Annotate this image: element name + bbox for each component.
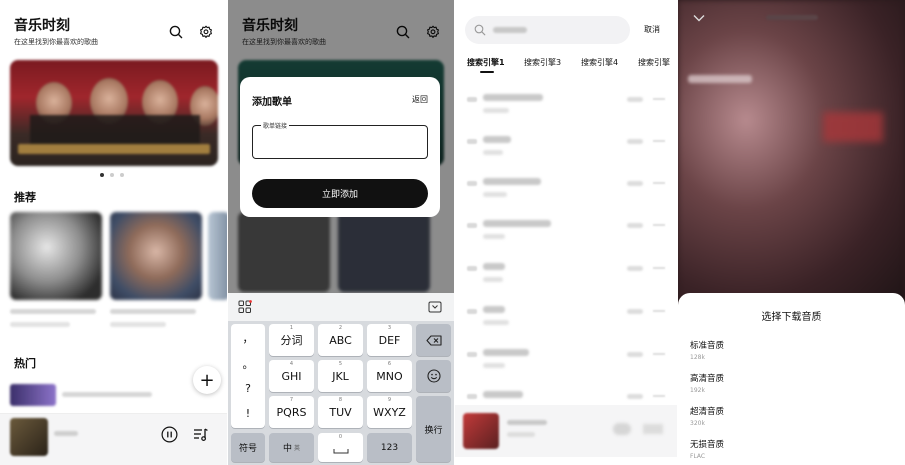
key-tuv[interactable]: 8 TUV [318, 396, 363, 428]
sheet-title: 选择下载音质 [761, 312, 822, 323]
result-row[interactable] [455, 135, 677, 175]
lyric-line [688, 75, 752, 83]
language-key[interactable]: 中英 [269, 433, 314, 462]
page-title: 音乐时刻 [14, 18, 70, 34]
recommend-card[interactable] [110, 212, 202, 300]
result-row[interactable] [455, 262, 677, 302]
backspace-key[interactable] [416, 324, 451, 356]
album-background [678, 0, 905, 300]
home-screen: 音乐时刻 在这里找到你最喜欢的歌曲 推荐 热门 + [0, 0, 227, 465]
recommend-card[interactable] [208, 212, 227, 300]
result-row[interactable] [455, 348, 677, 388]
quality-option-standard[interactable]: 标准音质 [690, 339, 724, 351]
cancel-button[interactable]: 取消 [644, 24, 660, 35]
quality-option-super[interactable]: 超清音质 [690, 405, 724, 417]
playlist-icon[interactable] [643, 424, 663, 434]
input-label: 歌单链接 [261, 121, 290, 130]
song-title [766, 15, 818, 20]
key-def[interactable]: 3 DEF [367, 324, 412, 356]
keyboard: ， 。 ? ! 1 分词 2 ABC 3 DEF 4 GHI 5 JKL 6 MNO 7 PQ… [228, 293, 454, 465]
search-icon[interactable] [167, 23, 185, 41]
search-icon [474, 24, 486, 36]
active-tab-indicator [480, 71, 494, 73]
keyboard-toolbar [228, 293, 454, 321]
tab-engine-4[interactable]: 搜索引擎4 [581, 57, 618, 68]
key-fenci[interactable]: 1 分词 [269, 324, 314, 356]
key-pqrs[interactable]: 7 PQRS [269, 396, 314, 428]
tab-engine-3[interactable]: 搜索引擎3 [524, 57, 561, 68]
back-button[interactable]: 返回 [412, 94, 428, 105]
quality-option-high[interactable]: 高清音质 [690, 372, 724, 384]
mini-player[interactable] [455, 405, 677, 457]
symbols-key[interactable]: 符号 [231, 433, 265, 462]
now-playing-artist [507, 432, 535, 437]
key-ghi[interactable]: 4 GHI [269, 360, 314, 392]
punct-key[interactable]: ! [231, 407, 265, 420]
player-screen: 选择下载音质 标准音质 128k 高清音质 192k 超清音质 320k 无损音… [678, 0, 905, 465]
now-playing-title [54, 431, 78, 436]
punct-key[interactable]: ， [231, 330, 265, 346]
add-playlist-dialog: 添加歌单 返回 歌单链接 立即添加 [240, 77, 440, 217]
dialog-title: 添加歌单 [252, 97, 292, 108]
album-background-detail [823, 112, 883, 142]
carousel-indicator [100, 173, 124, 177]
result-row[interactable] [455, 177, 677, 217]
space-icon [333, 448, 348, 453]
key-abc[interactable]: 2 ABC [318, 324, 363, 356]
tab-engine-more[interactable]: 搜索引擎 [638, 57, 670, 68]
search-screen: 取消 搜索引擎1 搜索引擎3 搜索引擎4 搜索引擎 [455, 0, 677, 465]
app-screenshots: 音乐时刻 在这里找到你最喜欢的歌曲 推荐 热门 + 音乐时刻 在这里找到你最喜欢… [0, 0, 905, 465]
chevron-down-icon[interactable] [690, 9, 708, 27]
hot-cover[interactable] [10, 384, 56, 406]
section-title-recommend: 推荐 [14, 191, 36, 204]
quality-bitrate: 128k [690, 354, 705, 361]
now-playing-cover[interactable] [463, 413, 499, 449]
playlist-icon[interactable] [191, 425, 209, 443]
backspace-icon [425, 334, 442, 346]
result-row[interactable] [455, 93, 677, 133]
quality-option-lossless[interactable]: 无损音质 [690, 438, 724, 450]
page-subtitle: 在这里找到你最喜欢的歌曲 [14, 38, 98, 46]
enter-key[interactable]: 换行 [416, 396, 451, 462]
add-playlist-screen: 音乐时刻 在这里找到你最喜欢的歌曲 添加歌单 返回 歌单链接 立即添加 ， 。 … [228, 0, 454, 465]
recommend-caption [110, 309, 196, 314]
now-playing-title [507, 420, 547, 425]
banner-carousel[interactable] [10, 60, 218, 166]
recommend-caption [110, 322, 166, 327]
recommend-card[interactable] [10, 212, 102, 300]
recommend-caption [10, 322, 70, 327]
search-query [493, 27, 527, 33]
mini-player[interactable] [0, 413, 227, 465]
key-jkl[interactable]: 5 JKL [318, 360, 363, 392]
tab-engine-1[interactable]: 搜索引擎1 [467, 57, 505, 68]
keyboard-hide-icon[interactable] [426, 298, 444, 316]
result-row[interactable] [455, 219, 677, 259]
playlist-link-input[interactable]: 歌单链接 [252, 121, 428, 159]
key-wxyz[interactable]: 9 WXYZ [367, 396, 412, 428]
recommend-caption [10, 309, 96, 314]
apps-grid-icon[interactable] [236, 298, 254, 316]
gear-icon[interactable] [197, 23, 215, 41]
quality-bitrate: 192k [690, 387, 705, 394]
space-key[interactable]: 0 [318, 433, 363, 462]
result-row[interactable] [455, 305, 677, 345]
now-playing-cover[interactable] [10, 418, 48, 456]
punct-key[interactable]: ? [231, 382, 265, 395]
pause-icon[interactable] [613, 423, 631, 435]
search-input[interactable] [465, 16, 630, 44]
smiley-icon [426, 369, 441, 383]
pause-icon[interactable] [160, 425, 178, 443]
quality-bitrate: 320k [690, 420, 705, 427]
punct-key[interactable]: 。 [231, 356, 265, 372]
quality-sheet: 选择下载音质 标准音质 128k 高清音质 192k 超清音质 320k 无损音… [678, 293, 905, 465]
hot-title [62, 392, 152, 397]
quality-bitrate: FLAC [690, 453, 706, 460]
add-button[interactable]: + [193, 366, 221, 394]
add-now-button[interactable]: 立即添加 [252, 179, 428, 208]
emoji-key[interactable] [416, 360, 451, 392]
numbers-key[interactable]: 123 [367, 433, 412, 462]
section-title-hot: 热门 [14, 357, 36, 370]
key-mno[interactable]: 6 MNO [367, 360, 412, 392]
punctuation-column[interactable]: ， 。 ? ! [231, 324, 265, 428]
